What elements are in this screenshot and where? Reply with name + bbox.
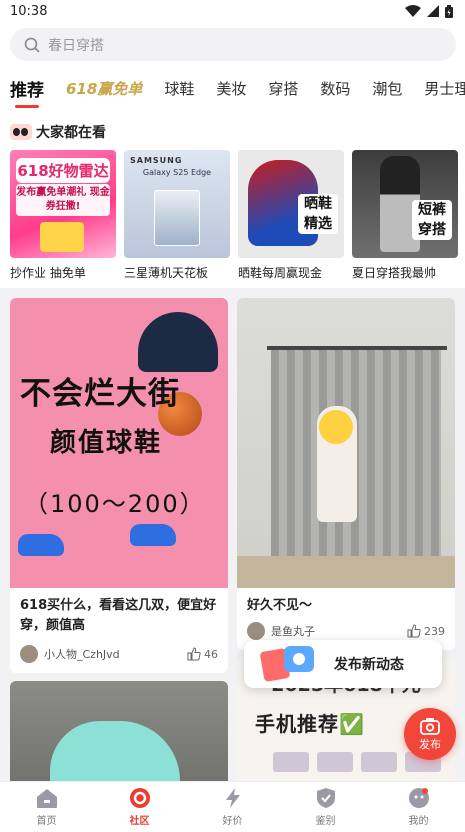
- signal-icon: [427, 5, 439, 17]
- emoji-sticker-icon: [319, 410, 353, 444]
- tab-recommend[interactable]: 推荐: [10, 76, 44, 108]
- trending-caption: 三星薄机天花板: [124, 266, 209, 280]
- nav-label: 我的: [408, 816, 429, 827]
- search-icon: [24, 37, 40, 53]
- trending-item[interactable]: 晒鞋 精选 晒鞋每周赢现金: [238, 150, 344, 281]
- tab-618-free-order[interactable]: 618赢免单: [66, 78, 142, 99]
- thumb-subtitle: 发布赢免单潮礼 现金券狂撒!: [16, 184, 110, 216]
- status-bar: 10:38: [0, 0, 465, 22]
- search-bar-container: 春日穿搭: [0, 22, 465, 68]
- thumb-brand: SAMSUNG: [130, 156, 183, 165]
- shoe-illustration: [18, 534, 64, 556]
- shield-check-icon: [316, 788, 335, 808]
- avatar[interactable]: [247, 622, 265, 640]
- trending-caption: 夏日穿搭我最帅: [352, 266, 437, 280]
- post-author[interactable]: 小人物_CzhJvd: [44, 646, 187, 662]
- thumbs-up-icon: [407, 624, 421, 638]
- trending-thumbnail: 短裤 穿搭: [352, 150, 458, 258]
- status-time: 10:38: [10, 3, 48, 19]
- post-title: 好久不见～: [247, 598, 313, 613]
- publish-illustration: [250, 642, 320, 686]
- home-icon: [36, 789, 57, 808]
- trending-header: 大家都在看: [10, 122, 106, 142]
- nav-profile[interactable]: 我的: [372, 782, 465, 832]
- like-button[interactable]: 239: [407, 624, 445, 638]
- post-image-price-range: （100～200）: [24, 490, 206, 518]
- gift-icon: [40, 222, 84, 252]
- post-image-subheadline: 手机推荐✅: [255, 712, 365, 736]
- tab-mens-grooming[interactable]: 男士理: [424, 78, 465, 99]
- trending-item[interactable]: 短裤 穿搭 夏日穿搭我最帅: [352, 150, 458, 281]
- trending-item[interactable]: SAMSUNG Galaxy S25 Edge 三星薄机天花板: [124, 150, 230, 281]
- eyes-icon: [10, 124, 32, 140]
- thumb-tag: 短裤 穿搭: [412, 200, 452, 240]
- post-feed: 不会烂大街 颜值球鞋 （100～200） 618买什么，看看这几双，便宜好穿，颜…: [0, 288, 465, 781]
- community-icon: [129, 788, 150, 808]
- sneaker-image: [50, 721, 180, 781]
- post-meta: 是鱼丸子 239: [247, 622, 445, 640]
- trending-section: 大家都在看 618好物雷达 发布赢免单潮礼 现金券狂撒! 抄作业 抽免单 SAM…: [0, 108, 465, 288]
- nav-authenticate[interactable]: 鉴别: [279, 782, 372, 832]
- nav-community[interactable]: 社区: [93, 782, 186, 832]
- notification-dot: [422, 788, 428, 794]
- bottom-nav: 首页 社区 好价 鉴别 我的: [0, 781, 465, 832]
- avatar[interactable]: [20, 645, 38, 663]
- nav-label: 鉴别: [315, 816, 336, 827]
- trending-caption: 晒鞋每周赢现金: [238, 266, 323, 280]
- search-input[interactable]: 春日穿搭: [10, 28, 456, 61]
- publish-label: 发布: [419, 737, 441, 751]
- shoe-illustration: [130, 524, 176, 546]
- nav-home[interactable]: 首页: [0, 782, 93, 832]
- post-card[interactable]: [10, 681, 228, 781]
- phone-image: [154, 190, 200, 246]
- like-count: 46: [204, 647, 218, 661]
- nav-label: 好价: [222, 816, 243, 827]
- post-meta: 小人物_CzhJvd 46: [20, 645, 218, 663]
- wifi-icon: [405, 5, 421, 17]
- trending-list: 618好物雷达 发布赢免单潮礼 现金券狂撒! 抄作业 抽免单 SAMSUNG G…: [10, 150, 458, 281]
- lightning-icon: [225, 788, 240, 808]
- floor: [237, 556, 455, 588]
- tab-beauty[interactable]: 美妆: [216, 78, 246, 99]
- trending-thumbnail: 晒鞋 精选: [238, 150, 344, 258]
- nav-label: 首页: [36, 816, 57, 827]
- post-author[interactable]: 是鱼丸子: [271, 623, 407, 639]
- like-button[interactable]: 46: [187, 647, 218, 661]
- post-image: [10, 681, 228, 781]
- nav-label: 社区: [129, 816, 150, 827]
- post-image-headline: 不会烂大街: [20, 376, 180, 412]
- camera-plus-icon: [420, 717, 440, 735]
- post-card[interactable]: 好久不见～ 是鱼丸子 239: [237, 298, 455, 650]
- trending-thumbnail: SAMSUNG Galaxy S25 Edge: [124, 150, 230, 258]
- trending-thumbnail: 618好物雷达 发布赢免单潮礼 现金券狂撒!: [10, 150, 116, 258]
- like-count: 239: [424, 624, 445, 638]
- publish-new-post-popup[interactable]: 发布新动态: [244, 640, 442, 688]
- thumb-model: Galaxy S25 Edge: [142, 168, 212, 177]
- post-image: 不会烂大街 颜值球鞋 （100～200）: [10, 298, 228, 588]
- thumb-title: 618好物雷达: [16, 158, 110, 183]
- tab-digital[interactable]: 数码: [320, 78, 350, 99]
- status-icons: [405, 4, 453, 18]
- post-image-subheadline: 颜值球鞋: [50, 428, 163, 458]
- trending-title: 大家都在看: [36, 125, 106, 141]
- post-image: [237, 298, 455, 588]
- tab-bags[interactable]: 潮包: [372, 78, 402, 99]
- category-tabs: 推荐 618赢免单 球鞋 美妆 穿搭 数码 潮包 男士理: [0, 68, 465, 108]
- publish-new-post-label: 发布新动态: [334, 657, 404, 673]
- tab-sneakers[interactable]: 球鞋: [164, 78, 194, 99]
- trending-item[interactable]: 618好物雷达 发布赢免单潮礼 现金券狂撒! 抄作业 抽免单: [10, 150, 116, 281]
- nav-deals[interactable]: 好价: [186, 782, 279, 832]
- tab-outfits[interactable]: 穿搭: [268, 78, 298, 99]
- thumbs-up-icon: [187, 647, 201, 661]
- post-card[interactable]: 不会烂大街 颜值球鞋 （100～200） 618买什么，看看这几双，便宜好穿，颜…: [10, 298, 228, 673]
- search-placeholder: 春日穿搭: [48, 37, 104, 54]
- battery-icon: [445, 4, 453, 18]
- post-title: 618买什么，看看这几双，便宜好穿，颜值高: [20, 598, 217, 633]
- trending-caption: 抄作业 抽免单: [10, 266, 86, 280]
- thumb-tag: 晒鞋 精选: [298, 194, 338, 234]
- camera-icon: [284, 646, 314, 672]
- player-illustration: [138, 312, 218, 372]
- publish-button[interactable]: 发布: [404, 708, 456, 760]
